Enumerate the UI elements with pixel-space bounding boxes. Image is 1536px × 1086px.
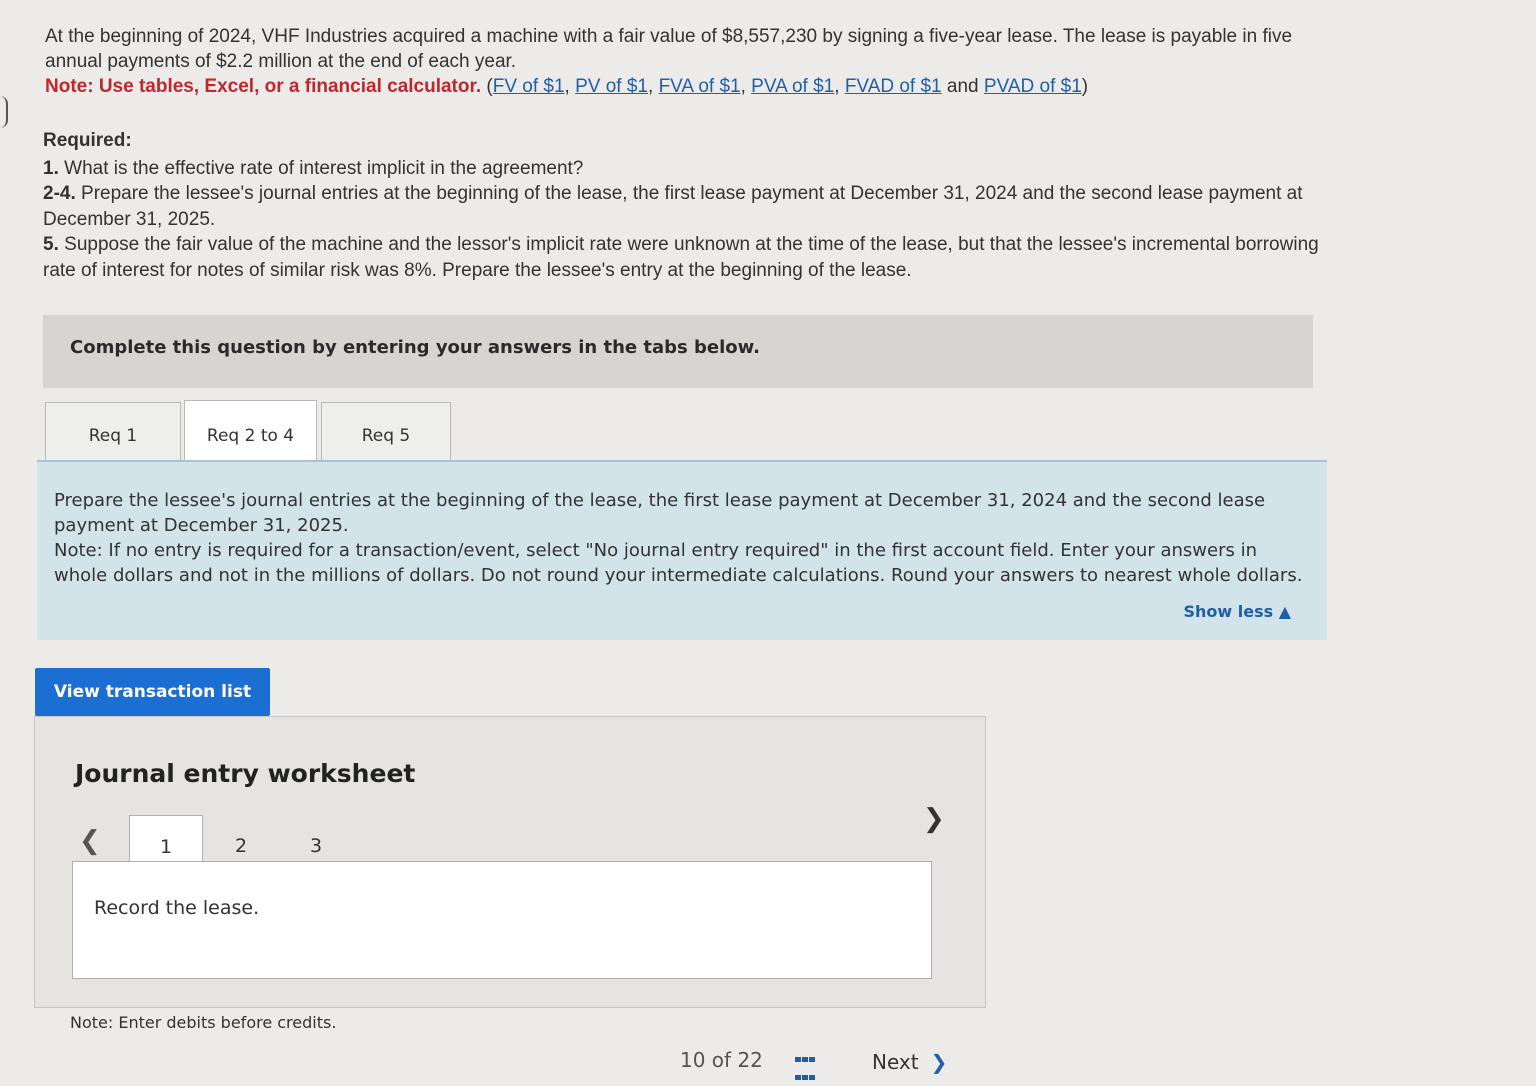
link-fva[interactable]: FVA of $1 [659, 76, 741, 97]
link-pva[interactable]: PVA of $1 [751, 76, 834, 97]
view-transaction-list-button[interactable]: View transaction list [35, 668, 270, 716]
next-button[interactable]: Next ❯ [872, 1050, 947, 1074]
required-item-2: 2-4. Prepare the lessee's journal entrie… [43, 183, 1303, 230]
chevron-right-icon[interactable]: ❯ [923, 803, 945, 834]
required-item-1: 1. What is the effective rate of interes… [43, 157, 584, 179]
next-label: Next [872, 1050, 919, 1074]
worksheet-title: Journal entry worksheet [75, 759, 416, 788]
required-item-3: 5. Suppose the fair value of the machine… [43, 234, 1319, 281]
instruction-note: Note: If no entry is required for a tran… [54, 540, 1303, 586]
note-line: Note: Use tables, Excel, or a financial … [45, 76, 1089, 97]
page-indicator: 10 of 22 [680, 1048, 763, 1072]
instruction-main: Prepare the lessee's journal entries at … [54, 490, 1266, 536]
debit-note: Note: Enter debits before credits. [70, 1013, 337, 1032]
complete-question-text: Complete this question by entering your … [70, 337, 760, 358]
and-word: and [946, 76, 979, 97]
tab-req-1[interactable]: Req 1 [45, 402, 181, 468]
worksheet-entry-panel: Record the lease. [72, 861, 932, 979]
required-heading: Required: [43, 130, 132, 151]
note-label: Note: Use tables, Excel, or a financial … [45, 76, 482, 97]
chevron-right-icon: ❯ [930, 1050, 948, 1074]
link-fv[interactable]: FV of $1 [493, 76, 565, 97]
show-less-link[interactable]: Show less ▲ [1183, 599, 1291, 624]
link-pv[interactable]: PV of $1 [575, 76, 648, 97]
tab-req-5[interactable]: Req 5 [321, 402, 451, 468]
link-fvad[interactable]: FVAD of $1 [845, 76, 942, 97]
chevron-left-icon[interactable]: ❮ [79, 825, 101, 856]
problem-text: At the beginning of 2024, VHF Industries… [45, 26, 1293, 72]
journal-entry-worksheet: Journal entry worksheet ❮ 1 2 3 ❯ Record… [34, 716, 986, 1008]
instruction-panel: Prepare the lessee's journal entries at … [37, 460, 1327, 640]
worksheet-prompt: Record the lease. [94, 897, 260, 919]
problem-statement: At the beginning of 2024, VHF Industries… [45, 24, 1325, 99]
left-edge-marker [0, 96, 8, 128]
grid-icon[interactable] [795, 1050, 821, 1080]
complete-question-banner: Complete this question by entering your … [43, 315, 1313, 388]
required-section: Required: 1. What is the effective rate … [43, 128, 1323, 283]
link-pvad[interactable]: PVAD of $1 [984, 76, 1082, 97]
